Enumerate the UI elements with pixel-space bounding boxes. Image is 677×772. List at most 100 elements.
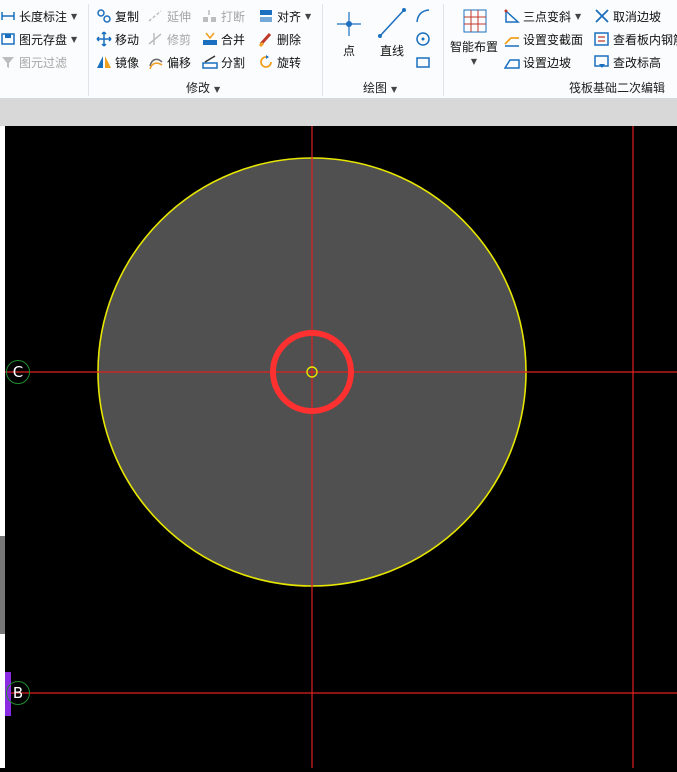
point-icon: [331, 6, 367, 42]
split-button[interactable]: 分割: [202, 52, 245, 72]
view-rebar-button[interactable]: 查看板内钢筋: [594, 29, 677, 49]
break-label: 打断: [221, 9, 246, 24]
group-divider: [443, 4, 444, 96]
filter-element-label: 图元过滤: [19, 55, 68, 70]
extend-button[interactable]: 延伸: [148, 6, 191, 26]
draw-circle-button[interactable]: [415, 29, 434, 49]
dimension-icon: [0, 8, 16, 24]
cancel-slope-icon: [594, 8, 610, 24]
axis-label-b: B: [12, 684, 24, 702]
chevron-down-icon: ▼: [391, 85, 398, 94]
cancel-slope-label: 取消边坡: [613, 9, 662, 24]
variable-section-button[interactable]: 设置变截面: [504, 29, 583, 49]
dimension-length-label: 长度标注: [19, 9, 68, 24]
canvas-svg[interactable]: [0, 126, 677, 768]
trim-button[interactable]: 修剪: [148, 29, 191, 49]
draw-line-button[interactable]: 直线: [374, 6, 410, 62]
mirror-icon: [96, 54, 112, 70]
raft-group-label: 筏板基础二次编辑: [569, 81, 666, 95]
circle-icon: [415, 31, 431, 47]
merge-icon: [202, 31, 218, 47]
break-button[interactable]: 打断: [202, 6, 245, 26]
elevation-icon: [594, 54, 610, 70]
axis-bubble-c[interactable]: C: [6, 360, 30, 384]
trim-label: 修剪: [167, 32, 192, 47]
set-slope-icon: [504, 54, 520, 70]
ribbon-toolbar: 长度标注▼ 图元存盘▼ 图元过滤 复制 移动 镜像 延伸 修剪 偏移 打断: [0, 0, 677, 99]
extend-icon: [148, 8, 164, 24]
chevron-down-icon: ▼: [71, 11, 78, 21]
elevation-label: 查改标高: [613, 55, 662, 70]
rotate-label: 旋转: [277, 55, 302, 70]
three-point-slope-button[interactable]: 三点变斜 ▼: [504, 6, 581, 26]
offset-icon: [148, 54, 164, 70]
variable-section-label: 设置变截面: [523, 32, 584, 47]
draw-point-label: 点: [342, 44, 355, 58]
group-divider: [88, 4, 89, 96]
copy-button[interactable]: 复制: [96, 6, 139, 26]
delete-button[interactable]: 删除: [258, 29, 301, 49]
chevron-down-icon: ▼: [575, 11, 582, 21]
copy-label: 复制: [115, 9, 140, 24]
delete-icon: [258, 31, 274, 47]
draw-rectangle-button[interactable]: [415, 52, 434, 72]
trim-icon: [148, 31, 164, 47]
mirror-button[interactable]: 镜像: [96, 52, 139, 72]
view-rebar-icon: [594, 31, 610, 47]
split-icon: [202, 54, 218, 70]
break-icon: [202, 8, 218, 24]
modify-group-label: 修改 ▼: [186, 81, 221, 95]
cancel-slope-button[interactable]: 取消边坡: [594, 6, 661, 26]
align-button[interactable]: 对齐 ▼: [258, 6, 311, 26]
panel-strip: [0, 99, 677, 126]
merge-label: 合并: [221, 32, 246, 47]
variable-section-icon: [504, 31, 520, 47]
smart-layout-label: 智能布置: [449, 40, 498, 54]
smart-layout-icon: [448, 6, 500, 38]
three-point-slope-icon: [504, 8, 520, 24]
view-rebar-label: 查看板内钢筋: [613, 32, 677, 47]
move-label: 移动: [115, 32, 140, 47]
delete-label: 删除: [277, 32, 302, 47]
axis-bubble-b[interactable]: B: [6, 681, 30, 705]
group-divider: [322, 4, 323, 96]
set-slope-label: 设置边坡: [523, 55, 572, 70]
align-label: 对齐: [277, 9, 302, 24]
smart-layout-button[interactable]: 智能布置 ▼: [448, 6, 500, 72]
rectangle-icon: [415, 54, 431, 70]
offset-label: 偏移: [167, 55, 192, 70]
axis-label-c: C: [12, 363, 24, 381]
chevron-down-icon: ▼: [305, 11, 312, 21]
draw-group-label: 绘图 ▼: [363, 81, 398, 95]
save-element-label: 图元存盘: [19, 32, 68, 47]
mirror-label: 镜像: [115, 55, 140, 70]
drawing-canvas[interactable]: [0, 126, 677, 768]
save-element-button[interactable]: 图元存盘 ▼: [0, 29, 77, 49]
merge-button[interactable]: 合并: [202, 29, 245, 49]
move-icon: [96, 31, 112, 47]
filter-element-button[interactable]: 图元过滤: [0, 52, 67, 72]
arc-icon: [415, 8, 431, 24]
extend-label: 延伸: [167, 9, 192, 24]
chevron-down-icon: ▼: [71, 34, 78, 44]
rotate-button[interactable]: 旋转: [258, 52, 301, 72]
draw-point-button[interactable]: 点: [331, 6, 367, 62]
three-point-slope-label: 三点变斜: [523, 9, 572, 24]
align-icon: [258, 8, 274, 24]
chevron-down-icon: ▼: [214, 85, 221, 94]
rotate-icon: [258, 54, 274, 70]
dimension-length-button[interactable]: 长度标注 ▼: [0, 6, 77, 26]
chevron-down-icon: ▼: [470, 57, 478, 66]
draw-arc-button[interactable]: [415, 6, 434, 26]
split-label: 分割: [221, 55, 246, 70]
filter-icon: [0, 54, 16, 70]
offset-button[interactable]: 偏移: [148, 52, 191, 72]
draw-line-label: 直线: [379, 44, 404, 58]
left-edge-handle[interactable]: [0, 536, 5, 634]
elevation-button[interactable]: 查改标高: [594, 52, 661, 72]
copy-icon: [96, 8, 112, 24]
set-slope-button[interactable]: 设置边坡: [504, 52, 571, 72]
move-button[interactable]: 移动: [96, 29, 139, 49]
line-icon: [374, 6, 410, 42]
save-element-icon: [0, 31, 16, 47]
